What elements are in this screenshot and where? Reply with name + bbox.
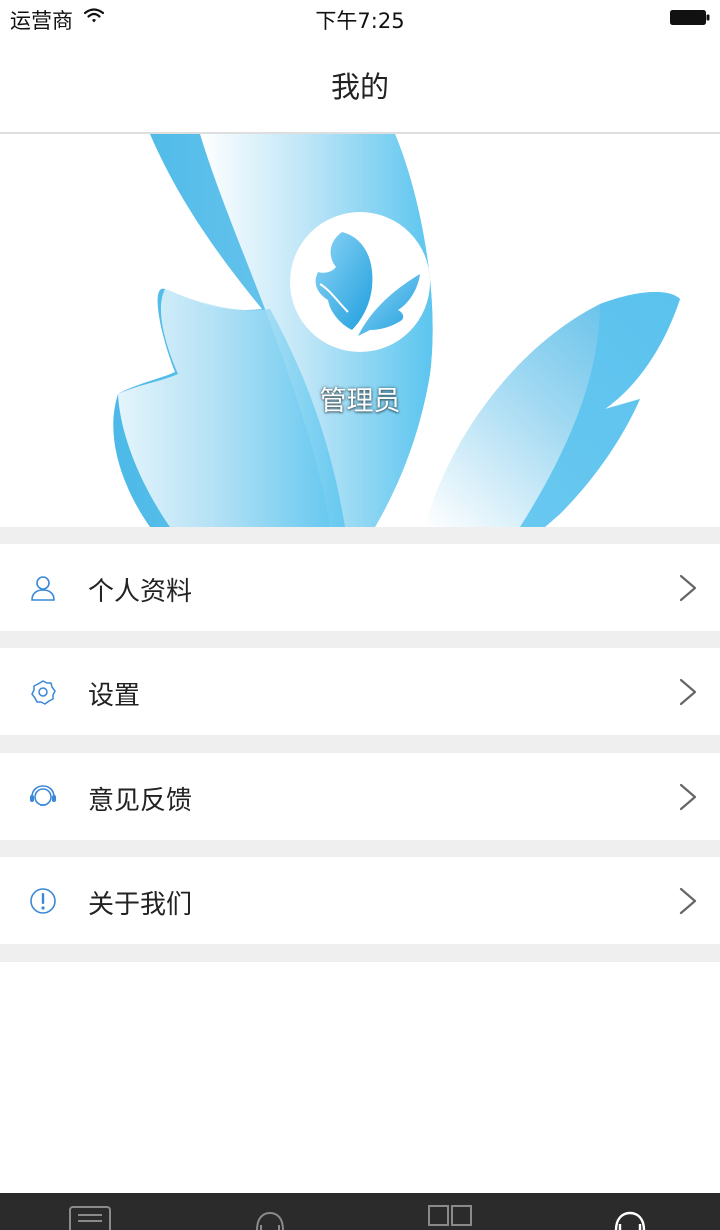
apps-icon[interactable] bbox=[428, 1201, 472, 1230]
chevron-right-icon bbox=[678, 782, 698, 812]
navigation-bar: 我的 bbox=[0, 36, 720, 134]
chevron-right-icon bbox=[678, 573, 698, 603]
tab-bar bbox=[0, 1193, 720, 1230]
page-title: 我的 bbox=[330, 70, 389, 104]
service-icon[interactable] bbox=[248, 1201, 292, 1230]
status-time: 下午7:25 bbox=[315, 9, 405, 33]
chevron-right-icon bbox=[678, 886, 698, 916]
profile-banner: 管理员 bbox=[0, 134, 720, 527]
menu-item-label: 意见反馈 bbox=[88, 786, 193, 816]
battery-icon bbox=[670, 10, 710, 25]
gear-icon bbox=[28, 677, 58, 707]
menu-item-label: 关于我们 bbox=[88, 890, 193, 920]
user-icon bbox=[28, 573, 58, 603]
avatar[interactable] bbox=[290, 212, 430, 352]
menu-item-about[interactable]: 关于我们 bbox=[0, 857, 720, 944]
username: 管理员 bbox=[319, 386, 401, 417]
info-icon bbox=[28, 886, 58, 916]
butterfly-logo-icon bbox=[315, 232, 420, 336]
headset-icon bbox=[28, 782, 58, 812]
profile-icon[interactable] bbox=[608, 1201, 652, 1230]
status-bar: 运营商 下午7:25 bbox=[0, 0, 720, 36]
menu-item-label: 个人资料 bbox=[88, 577, 193, 607]
settings-menu: 个人资料 设置 意见反馈 关于我们 bbox=[0, 527, 720, 962]
menu-item-profile[interactable]: 个人资料 bbox=[0, 544, 720, 631]
menu-item-feedback[interactable]: 意见反馈 bbox=[0, 753, 720, 840]
news-icon[interactable] bbox=[68, 1201, 112, 1230]
menu-item-settings[interactable]: 设置 bbox=[0, 648, 720, 735]
chevron-right-icon bbox=[678, 677, 698, 707]
menu-item-label: 设置 bbox=[88, 681, 141, 711]
